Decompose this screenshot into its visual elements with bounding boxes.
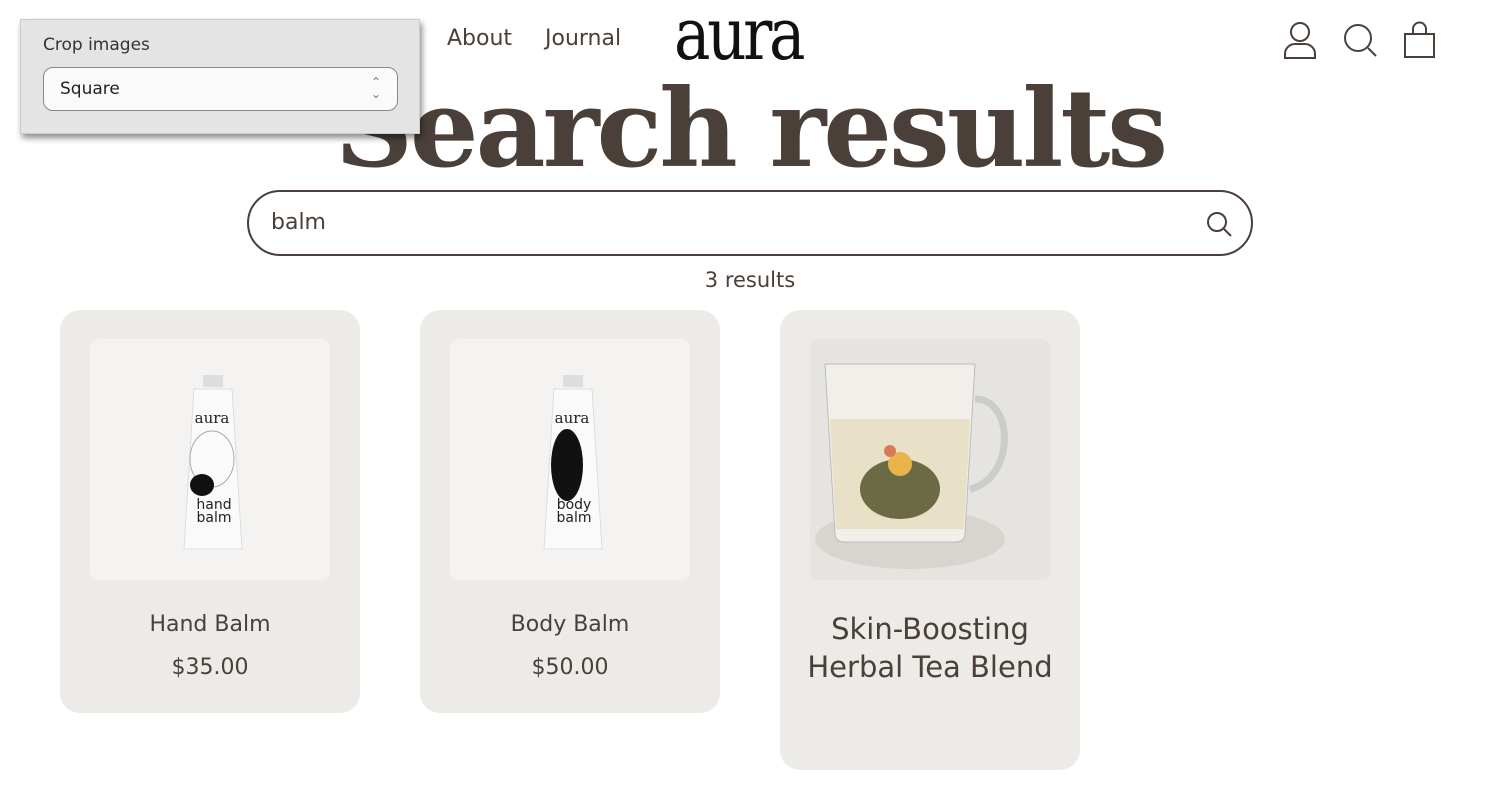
- product-name[interactable]: Skin-Boosting Herbal Tea Blend: [780, 610, 1080, 686]
- results-count: 3 results: [704, 268, 796, 292]
- product-price: $35.00: [171, 655, 249, 680]
- crop-images-value: Square: [60, 79, 120, 99]
- crop-images-panel: Crop images Square ⌃ ⌄: [20, 19, 420, 134]
- svg-text:balm: balm: [197, 510, 232, 526]
- chevron-up-down-icon: ⌃ ⌄: [370, 75, 381, 101]
- product-card[interactable]: aura body balm Body Balm $50.00: [420, 310, 720, 713]
- product-price: $50.00: [531, 655, 609, 680]
- product-name[interactable]: Body Balm: [420, 612, 720, 637]
- product-card[interactable]: Skin-Boosting Herbal Tea Blend: [780, 310, 1080, 770]
- search-icon[interactable]: [1342, 20, 1378, 60]
- logo[interactable]: aura: [674, 0, 805, 76]
- product-image[interactable]: [810, 339, 1050, 580]
- product-name[interactable]: Hand Balm: [60, 612, 360, 637]
- product-image[interactable]: aura body balm: [450, 339, 690, 580]
- search-submit-icon[interactable]: [1205, 210, 1233, 238]
- crop-images-label: Crop images: [43, 35, 150, 55]
- svg-text:aura: aura: [195, 409, 230, 427]
- cart-icon[interactable]: [1402, 20, 1438, 60]
- nav-about[interactable]: About: [447, 26, 512, 51]
- svg-text:balm: balm: [557, 510, 592, 526]
- product-card[interactable]: aura hand balm Hand Balm $35.00: [60, 310, 360, 713]
- account-icon[interactable]: [1282, 20, 1318, 60]
- search-bar: [247, 190, 1253, 256]
- nav-journal[interactable]: Journal: [545, 26, 621, 51]
- product-image[interactable]: aura hand balm: [90, 339, 330, 580]
- crop-images-select[interactable]: Square ⌃ ⌄: [43, 67, 398, 111]
- search-input[interactable]: [271, 210, 1171, 235]
- svg-text:aura: aura: [555, 409, 590, 427]
